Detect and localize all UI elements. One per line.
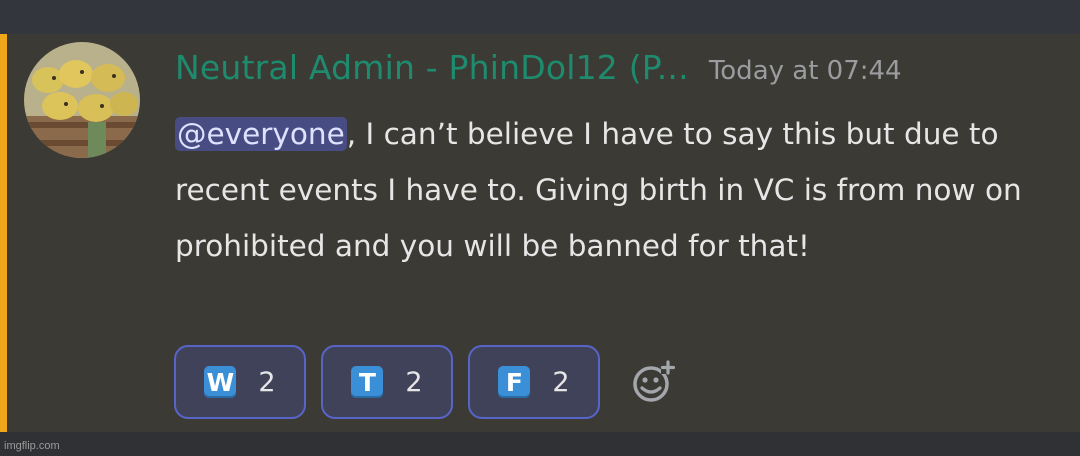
regional-indicator-t-icon: T — [351, 366, 384, 398]
user-avatar[interactable] — [24, 42, 140, 158]
reaction-t[interactable]: T 2 — [321, 345, 453, 419]
add-reaction-button[interactable] — [629, 358, 677, 406]
timestamp[interactable]: Today at 07:44 — [709, 56, 902, 86]
reaction-count: 2 — [552, 366, 570, 398]
reaction-count: 2 — [405, 366, 423, 398]
top-bar — [0, 0, 1080, 34]
avatar-image — [24, 42, 140, 158]
message-content: @everyone, I can’t believe I have to say… — [175, 106, 1065, 274]
add-reaction-icon — [633, 360, 675, 402]
chat-message: Neutral Admin - PhinDol12 (P... Today at… — [0, 34, 1080, 432]
regional-indicator-w-icon: W — [204, 366, 237, 398]
username[interactable]: Neutral Admin - PhinDol12 (P... — [175, 48, 689, 87]
imgflip-watermark: imgflip.com — [4, 440, 60, 452]
bottom-bar — [0, 432, 1080, 456]
reactions-bar: W 2 T 2 F 2 — [174, 344, 677, 420]
everyone-mention[interactable]: @everyone — [175, 117, 347, 151]
reaction-w[interactable]: W 2 — [174, 345, 306, 419]
regional-indicator-f-icon: F — [498, 366, 531, 398]
mention-highlight-bar — [0, 34, 7, 432]
reaction-count: 2 — [258, 366, 276, 398]
reaction-f[interactable]: F 2 — [468, 345, 600, 419]
message-header: Neutral Admin - PhinDol12 (P... Today at… — [175, 48, 1065, 98]
